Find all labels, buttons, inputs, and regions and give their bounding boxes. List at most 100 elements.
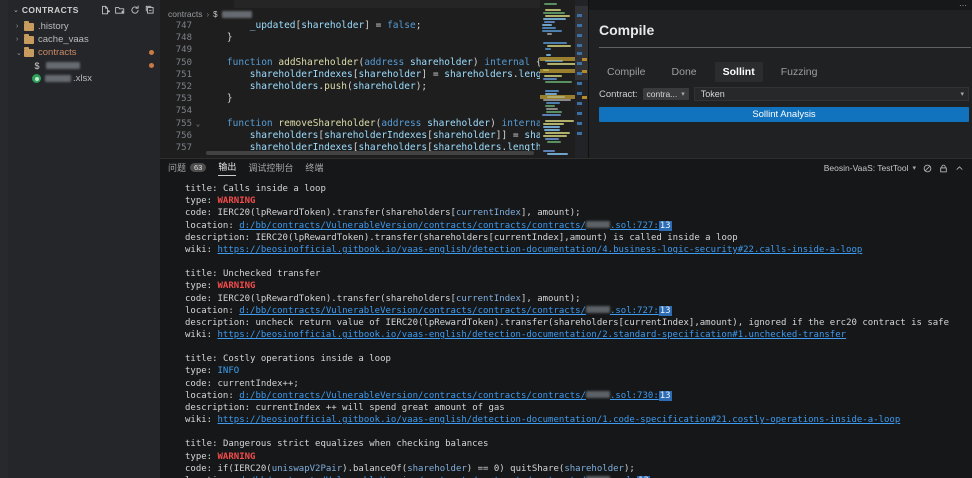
refresh-icon[interactable] bbox=[130, 5, 140, 15]
panel-tab-bar: 问题 63 输出 调试控制台 终端 Beosin-VaaS: TestTool … bbox=[160, 159, 972, 177]
explorer-sidebar: ⌄ CONTRACTS › .history › cache_vaas ⌄ bbox=[8, 0, 160, 478]
finding-type: type: WARNING bbox=[185, 195, 972, 207]
fold-icon bbox=[192, 32, 204, 44]
collapse-all-icon[interactable] bbox=[145, 5, 155, 15]
finding-severity: WARNING bbox=[218, 196, 256, 206]
location-link[interactable]: d:/bb/contracts/VulnerableVersion/contra… bbox=[239, 391, 586, 401]
wiki-link[interactable]: https://beosinofficial.gitbook.io/vaas-e… bbox=[218, 415, 901, 425]
chevron-up-icon[interactable] bbox=[955, 164, 964, 173]
tree-item-sol-file[interactable]: $ bbox=[8, 59, 160, 72]
wiki-link[interactable]: https://beosinofficial.gitbook.io/vaas-e… bbox=[218, 245, 863, 255]
tree-item-history[interactable]: › .history bbox=[8, 20, 160, 33]
location-link[interactable]: d:/bb/contracts/VulnerableVersion/contra… bbox=[239, 306, 586, 316]
location-column: 13 bbox=[659, 306, 672, 316]
tab-output[interactable]: 输出 bbox=[218, 160, 236, 176]
code-text: } bbox=[204, 32, 233, 44]
code-line[interactable]: 754 bbox=[160, 105, 540, 117]
new-folder-icon[interactable] bbox=[115, 5, 125, 15]
fold-icon bbox=[192, 130, 204, 142]
code-text: } bbox=[204, 93, 233, 105]
fold-icon bbox=[192, 44, 204, 56]
chevron-down-icon: ▾ bbox=[681, 90, 685, 98]
divider bbox=[599, 47, 971, 48]
tree-item-contracts[interactable]: ⌄ contracts bbox=[8, 46, 160, 59]
finding-block: title: Calls inside a looptype: WARNINGc… bbox=[185, 183, 972, 256]
contract-select[interactable]: Token ▾ bbox=[694, 87, 969, 101]
tab-terminal[interactable]: 终端 bbox=[305, 161, 323, 176]
editor-tab-strip bbox=[160, 0, 588, 8]
finding-severity: INFO bbox=[218, 366, 240, 376]
code-text: shareholderIndexes[shareholder] = shareh… bbox=[204, 69, 559, 81]
tree-item-xlsx-file[interactable]: .xlsx bbox=[8, 72, 160, 85]
scrollbar-thumb[interactable] bbox=[575, 6, 588, 80]
finding-title: title: Dangerous strict equalizes when c… bbox=[185, 438, 972, 450]
output-channel-select[interactable]: Beosin-VaaS: TestTool ▾ bbox=[824, 163, 916, 173]
vertical-scrollbar[interactable] bbox=[575, 0, 588, 158]
file-select[interactable]: contra... ▾ bbox=[643, 88, 689, 100]
panel-title: Compile bbox=[599, 22, 972, 38]
code-line[interactable]: 755⌄ function removeShareholder(address … bbox=[160, 118, 540, 130]
minimap[interactable] bbox=[540, 0, 575, 158]
location-link[interactable]: .sol:727: bbox=[610, 306, 659, 316]
code-line[interactable]: 747 _updated[shareholder] = false; bbox=[160, 20, 540, 32]
tab-problems[interactable]: 问题 63 bbox=[168, 161, 206, 176]
spreadsheet-file-icon bbox=[32, 74, 41, 83]
finding-severity: WARNING bbox=[218, 452, 256, 462]
finding-location: location: d:/bb/contracts/VulnerableVers… bbox=[185, 220, 972, 232]
wiki-link[interactable]: https://beosinofficial.gitbook.io/vaas-e… bbox=[218, 330, 847, 340]
redacted-filename bbox=[46, 62, 80, 69]
git-modified-dot bbox=[149, 50, 154, 55]
code-line[interactable]: 751 shareholderIndexes[shareholder] = sh… bbox=[160, 69, 540, 81]
clear-output-icon[interactable] bbox=[923, 164, 932, 173]
tab-debug-console[interactable]: 调试控制台 bbox=[248, 161, 293, 176]
active-editor-tab[interactable] bbox=[160, 0, 234, 8]
lock-scroll-icon[interactable] bbox=[939, 164, 948, 173]
line-number: 757 bbox=[160, 142, 192, 154]
finding-type: type: WARNING bbox=[185, 280, 972, 292]
solidity-file-icon: $ bbox=[32, 61, 42, 71]
finding-description: description: IERC20(lpRewardToken).trans… bbox=[185, 232, 972, 244]
line-number: 753 bbox=[160, 93, 192, 105]
code-line[interactable]: 756 shareholders[shareholderIndexes[shar… bbox=[160, 130, 540, 142]
redacted-filename bbox=[222, 11, 252, 18]
chevron-down-icon[interactable]: ⌄ bbox=[13, 6, 19, 14]
fold-icon bbox=[192, 20, 204, 32]
breadcrumb[interactable]: contracts › $ bbox=[160, 8, 588, 20]
code-line[interactable]: 748 } bbox=[160, 32, 540, 44]
contract-label: Contract: bbox=[599, 89, 638, 100]
code-lines[interactable]: 747 _updated[shareholder] = false;748 }7… bbox=[160, 20, 540, 154]
line-number: 751 bbox=[160, 69, 192, 81]
tree-item-cache-vaas[interactable]: › cache_vaas bbox=[8, 33, 160, 46]
code-line[interactable]: 749 bbox=[160, 44, 540, 56]
location-column: 13 bbox=[659, 391, 672, 401]
location-link[interactable]: d:/bb/contracts/VulnerableVersion/contra… bbox=[239, 221, 586, 231]
code-line[interactable]: 753 } bbox=[160, 93, 540, 105]
finding-code: code: IERC20(lpRewardToken).transfer(sha… bbox=[185, 207, 972, 219]
tab-fuzzing[interactable]: Fuzzing bbox=[773, 62, 826, 82]
location-link[interactable]: .sol:727: bbox=[610, 221, 659, 231]
sollint-analysis-button[interactable]: Sollint Analysis bbox=[599, 107, 969, 122]
finding-wiki: wiki: https://beosinofficial.gitbook.io/… bbox=[185, 329, 972, 341]
analysis-output: title: Calls inside a looptype: WARNINGc… bbox=[160, 177, 972, 478]
panel-title-bar: ⋯ bbox=[589, 0, 972, 10]
explorer-header: ⌄ CONTRACTS bbox=[8, 0, 160, 20]
finding-code: code: if(IERC20(uniswapV2Pair).balanceOf… bbox=[185, 463, 972, 475]
tab-done[interactable]: Done bbox=[664, 62, 705, 82]
horizontal-scrollbar[interactable] bbox=[206, 151, 534, 155]
fold-icon[interactable]: ⌄ bbox=[192, 118, 204, 130]
finding-code: code: IERC20(lpRewardToken).transfer(sha… bbox=[185, 293, 972, 305]
vscode-window: ⌄ CONTRACTS › .history › cache_vaas ⌄ bbox=[0, 0, 972, 478]
finding-title: title: Unchecked transfer bbox=[185, 268, 972, 280]
tab-sollint[interactable]: Sollint bbox=[715, 62, 763, 82]
code-text: _updated[shareholder] = false; bbox=[204, 20, 421, 32]
finding-wiki: wiki: https://beosinofficial.gitbook.io/… bbox=[185, 414, 972, 426]
tab-compile[interactable]: Compile bbox=[599, 62, 654, 82]
new-file-icon[interactable] bbox=[100, 5, 110, 15]
location-link[interactable]: .sol:730: bbox=[610, 391, 659, 401]
code-line[interactable]: 752 shareholders.push(shareholder); bbox=[160, 81, 540, 93]
finding-title: title: Calls inside a loop bbox=[185, 183, 972, 195]
line-number: 749 bbox=[160, 44, 192, 56]
finding-type: type: INFO bbox=[185, 365, 972, 377]
more-actions-icon[interactable]: ⋯ bbox=[959, 1, 967, 10]
code-line[interactable]: 750 function addShareholder(address shar… bbox=[160, 57, 540, 69]
